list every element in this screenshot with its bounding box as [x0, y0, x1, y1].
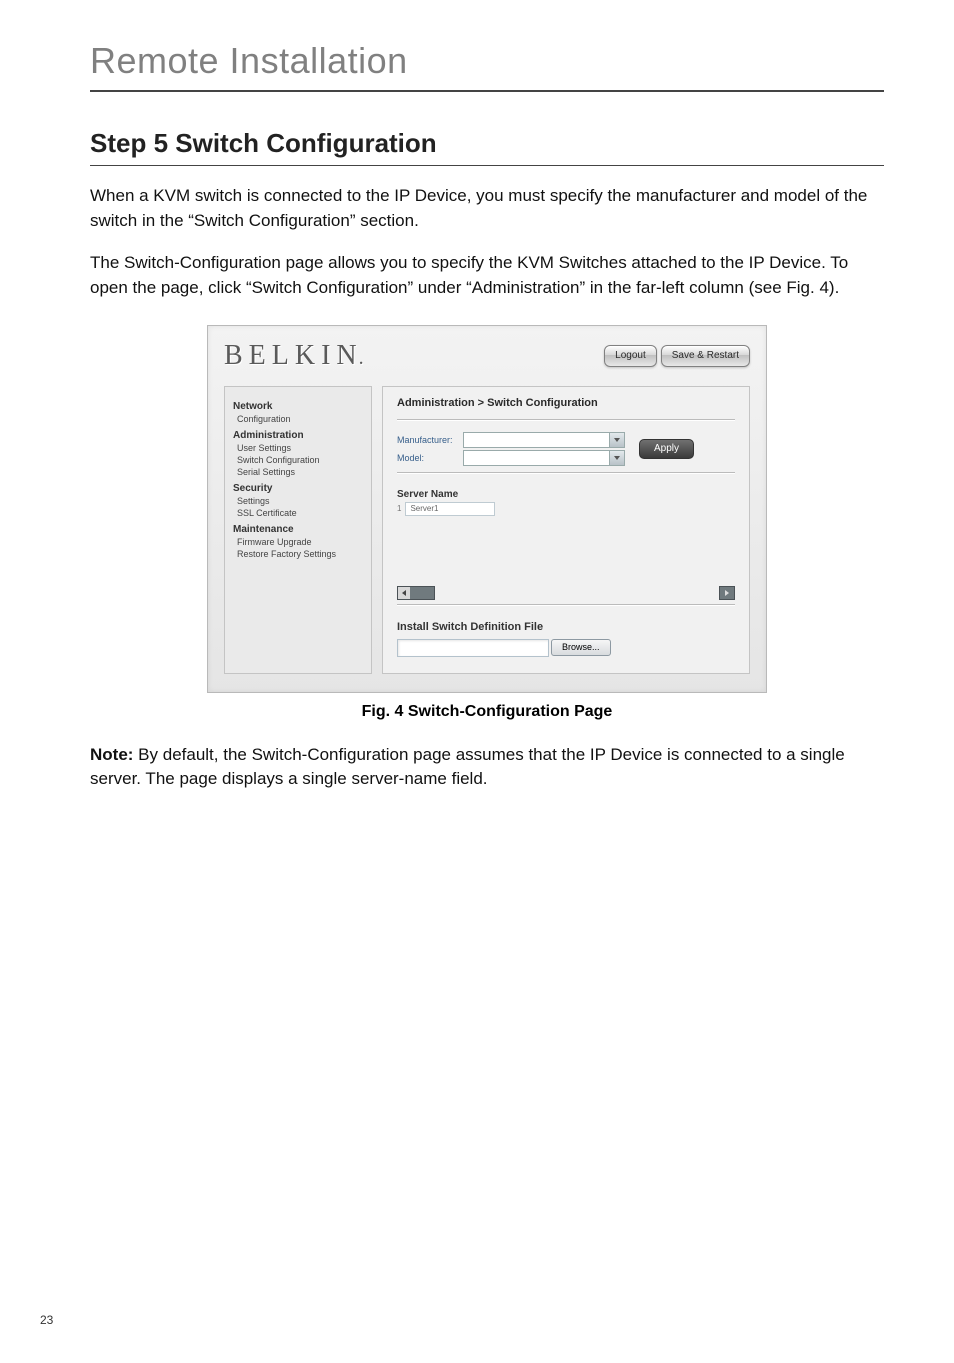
paragraph-2: The Switch-Configuration page allows you…: [90, 251, 884, 300]
paragraph-1: When a KVM switch is connected to the IP…: [90, 184, 884, 233]
top-buttons: Logout Save & Restart: [604, 345, 750, 367]
server-name-heading: Server Name: [397, 489, 735, 500]
sidebar-item-serial-settings[interactable]: Serial Settings: [237, 467, 363, 477]
browse-button[interactable]: Browse...: [551, 639, 611, 656]
scroll-left[interactable]: [397, 586, 435, 600]
page-number: 23: [40, 1313, 53, 1327]
note-text: By default, the Switch-Configuration pag…: [90, 745, 845, 789]
sidebar-group-administration[interactable]: Administration: [233, 430, 363, 441]
figure-caption: Fig. 4 Switch-Configuration Page: [90, 703, 884, 721]
figure-wrap: BELKIN. Logout Save & Restart Network Co…: [90, 325, 884, 693]
chapter-rule: [90, 90, 884, 92]
save-restart-button[interactable]: Save & Restart: [661, 345, 750, 367]
divider: [397, 419, 735, 420]
server-name-input[interactable]: Server1: [405, 502, 495, 516]
scroll-bar: [397, 586, 735, 600]
brand-dot: .: [359, 347, 364, 369]
breadcrumb: Administration > Switch Configuration: [397, 397, 735, 409]
sidebar-group-maintenance[interactable]: Maintenance: [233, 524, 363, 535]
chevron-down-icon: [609, 451, 624, 465]
sidebar-item-user-settings[interactable]: User Settings: [237, 443, 363, 453]
divider: [397, 604, 735, 605]
sidebar-item-switch-configuration[interactable]: Switch Configuration: [237, 455, 363, 465]
divider: [397, 472, 735, 473]
manufacturer-label: Manufacturer:: [397, 435, 457, 445]
model-dropdown[interactable]: [463, 450, 625, 466]
step-rule: [90, 165, 884, 166]
sidebar: Network Configuration Administration Use…: [224, 386, 372, 674]
logout-button[interactable]: Logout: [604, 345, 657, 367]
apply-button[interactable]: Apply: [639, 439, 694, 459]
step-heading: Step 5 Switch Configuration: [90, 128, 884, 159]
manufacturer-model-block: Manufacturer: Model: Apply: [397, 430, 735, 468]
panel-body: Network Configuration Administration Use…: [224, 386, 750, 674]
chapter-title: Remote Installation: [90, 40, 884, 82]
note-label: Note:: [90, 745, 133, 764]
sidebar-item-restore-factory-settings[interactable]: Restore Factory Settings: [237, 549, 363, 559]
file-path-input[interactable]: [397, 639, 549, 657]
belkin-logo: BELKIN.: [224, 340, 364, 372]
arrow-left-icon: [398, 587, 410, 599]
panel-header: BELKIN. Logout Save & Restart: [224, 340, 750, 372]
sidebar-group-network[interactable]: Network: [233, 401, 363, 412]
chevron-down-icon: [609, 433, 624, 447]
sidebar-item-firmware-upgrade[interactable]: Firmware Upgrade: [237, 537, 363, 547]
sidebar-item-ssl-certificate[interactable]: SSL Certificate: [237, 508, 363, 518]
sidebar-group-security[interactable]: Security: [233, 483, 363, 494]
server-number: 1: [397, 504, 401, 513]
sidebar-item-configuration[interactable]: Configuration: [237, 414, 363, 424]
admin-panel: BELKIN. Logout Save & Restart Network Co…: [207, 325, 767, 693]
scroll-right[interactable]: [719, 586, 735, 600]
browse-row: Browse...: [397, 639, 735, 657]
brand-text: BELKIN: [224, 340, 363, 371]
server-row: 1 Server1: [397, 502, 735, 516]
sidebar-item-settings[interactable]: Settings: [237, 496, 363, 506]
manufacturer-dropdown[interactable]: [463, 432, 625, 448]
content-area: Administration > Switch Configuration Ma…: [382, 386, 750, 674]
model-label: Model:: [397, 453, 457, 463]
install-heading: Install Switch Definition File: [397, 621, 735, 633]
note-paragraph: Note: By default, the Switch-Configurati…: [90, 743, 884, 792]
